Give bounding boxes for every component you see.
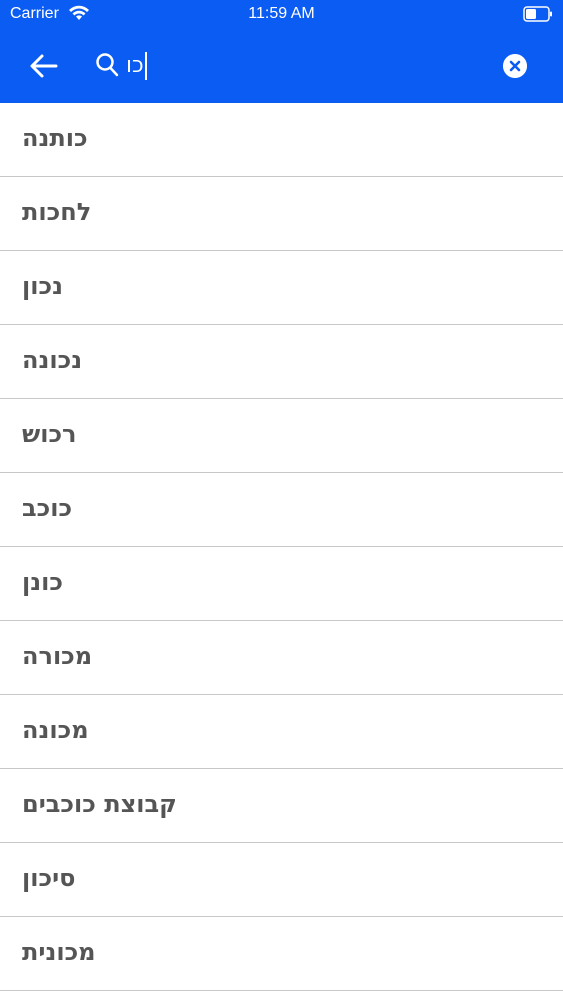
- list-item-label: מכורה: [22, 642, 93, 670]
- clock: 11:59 AM: [248, 5, 315, 22]
- list-item[interactable]: מכורה: [0, 621, 563, 695]
- list-item-label: כותנה: [22, 124, 88, 152]
- list-item[interactable]: נכון: [0, 251, 563, 325]
- list-item[interactable]: כונן: [0, 547, 563, 621]
- clear-search-icon[interactable]: [503, 54, 527, 78]
- list-item[interactable]: לחכות: [0, 177, 563, 251]
- list-item-label: נכון: [22, 272, 63, 300]
- search-icon: [96, 53, 119, 77]
- battery-icon: [523, 6, 552, 22]
- list-item[interactable]: רכוש: [0, 399, 563, 473]
- list-item-label: רכוש: [22, 420, 77, 448]
- list-item[interactable]: מכונה: [0, 695, 563, 769]
- list-item[interactable]: נכונה: [0, 325, 563, 399]
- list-item-label: סיכון: [22, 864, 76, 892]
- list-item[interactable]: כוכב: [0, 473, 563, 547]
- list-item-label: מכונה: [22, 716, 89, 744]
- list-item[interactable]: קבוצת כוכבים: [0, 769, 563, 843]
- list-item-label: לחכות: [22, 198, 92, 226]
- list-item-label: כונן: [22, 568, 63, 596]
- list-item-label: מכונית: [22, 938, 96, 966]
- results-list: כותנה לחכות נכון נכונה רכוש כוכב כונן מכורה מכונ…: [0, 103, 563, 991]
- list-item-label: קבוצת כוכבים: [22, 790, 177, 818]
- app-header: Carrier 11:59 AM: [0, 0, 563, 103]
- back-arrow-icon[interactable]: [28, 52, 60, 80]
- search-input[interactable]: [126, 48, 426, 82]
- list-item[interactable]: מכונית: [0, 917, 563, 991]
- text-caret: [145, 52, 147, 80]
- list-item[interactable]: סיכון: [0, 843, 563, 917]
- list-item[interactable]: כותנה: [0, 103, 563, 177]
- list-item-label: נכונה: [22, 346, 83, 374]
- status-bar: Carrier 11:59 AM: [0, 0, 563, 30]
- list-item-label: כוכב: [22, 494, 73, 522]
